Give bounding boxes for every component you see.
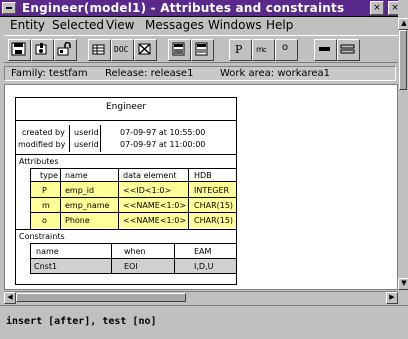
menu-entity[interactable]: Entity — [10, 18, 45, 32]
diagram-canvas[interactable]: Engineer created by userid 07-09-97 at 1… — [4, 84, 398, 290]
move-button[interactable]: o — [275, 39, 298, 61]
vertical-scroll-thumb[interactable] — [399, 30, 407, 90]
system-menu-button[interactable] — [2, 2, 16, 14]
info-bar: Family: testfam Release: release1 Work a… — [4, 66, 396, 81]
release-label: Release: release1 — [105, 68, 194, 79]
created-label: created by — [22, 128, 65, 137]
menu-bar: Entity Selected View Messages Windows He… — [0, 17, 408, 33]
menu-selected[interactable]: Selected — [52, 18, 104, 32]
attr-col-type: type — [40, 171, 58, 180]
doc-icon: DOC — [114, 45, 129, 54]
move-label: o — [282, 42, 289, 53]
pointer-button[interactable]: P — [229, 39, 252, 61]
created-time: 07-09-97 at 10:55:00 — [120, 128, 206, 137]
workarea-label: Work area: workarea1 — [220, 68, 331, 79]
menu-view[interactable]: View — [106, 18, 134, 32]
panel-list-button[interactable] — [191, 39, 214, 61]
lock-button[interactable] — [54, 39, 77, 61]
table-button[interactable] — [88, 39, 111, 61]
lock-icon — [57, 42, 71, 56]
constraints-heading: Constraints — [19, 232, 65, 241]
table-icon — [92, 44, 105, 55]
rename-button[interactable]: mc — [252, 39, 275, 61]
attr-col-hdb: HDB — [194, 171, 212, 180]
rename-icon: mc — [256, 45, 267, 54]
scroll-left-arrow[interactable]: ◀ — [4, 292, 16, 304]
entity-name: Engineer — [106, 102, 147, 112]
panel-icon — [172, 42, 185, 56]
window-title: Engineer(model1) - Attributes and constr… — [22, 1, 345, 15]
doc-button[interactable]: DOC — [111, 39, 134, 61]
created-user: userid — [74, 128, 99, 137]
select-icon — [35, 43, 47, 55]
status-text: insert [after], test [no] — [6, 316, 157, 327]
save-icon — [11, 42, 26, 56]
toolbar: DOC P mc o — [4, 35, 404, 63]
svg-text:DOC: DOC — [114, 45, 129, 54]
delete-button[interactable] — [134, 39, 157, 61]
attributes-heading: Attributes — [19, 157, 59, 166]
menu-messages[interactable]: Messages — [145, 18, 204, 32]
modified-user: userid — [74, 140, 99, 149]
svg-text:c: c — [263, 46, 267, 54]
cons-col-name: name — [36, 247, 59, 256]
modified-label: modified by — [18, 140, 66, 149]
collapse-button[interactable] — [314, 39, 337, 61]
expand-button[interactable] — [337, 39, 360, 61]
pointer-icon: P — [235, 43, 243, 56]
select-button[interactable] — [31, 39, 54, 61]
horizontal-scroll-thumb[interactable] — [16, 293, 186, 302]
menu-windows[interactable]: Windows — [208, 18, 262, 32]
svg-text:P: P — [235, 43, 243, 56]
family-label: Family: testfam — [11, 68, 88, 79]
collapse-icon — [319, 47, 330, 51]
vertical-scrollbar[interactable]: ▲ ▼ — [398, 0, 408, 290]
attr-col-element: data element — [123, 171, 177, 180]
expand-icon — [340, 44, 355, 54]
scroll-up-arrow[interactable]: ▲ — [398, 18, 408, 30]
title-bar: Engineer(model1) - Attributes and constr… — [0, 0, 408, 17]
attr-col-name: name — [65, 171, 88, 180]
cons-col-eam: EAM — [194, 247, 212, 256]
minimize-button[interactable]: × — [370, 1, 384, 15]
status-bar: insert [after], test [no] — [0, 305, 408, 339]
scroll-right-arrow[interactable]: ▶ — [386, 292, 398, 304]
panel-list-icon — [195, 42, 208, 56]
save-button[interactable] — [8, 39, 31, 61]
delete-icon — [138, 43, 151, 55]
modified-time: 07-09-97 at 11:00:00 — [120, 140, 206, 149]
horizontal-scrollbar[interactable]: ◀ ▶ — [4, 291, 398, 304]
scroll-down-arrow[interactable]: ▼ — [398, 278, 408, 290]
menu-help[interactable]: Help — [266, 18, 293, 32]
entity-box[interactable]: Engineer created by userid 07-09-97 at 1… — [15, 97, 237, 285]
cons-col-when: when — [124, 247, 146, 256]
panel-button[interactable] — [168, 39, 191, 61]
